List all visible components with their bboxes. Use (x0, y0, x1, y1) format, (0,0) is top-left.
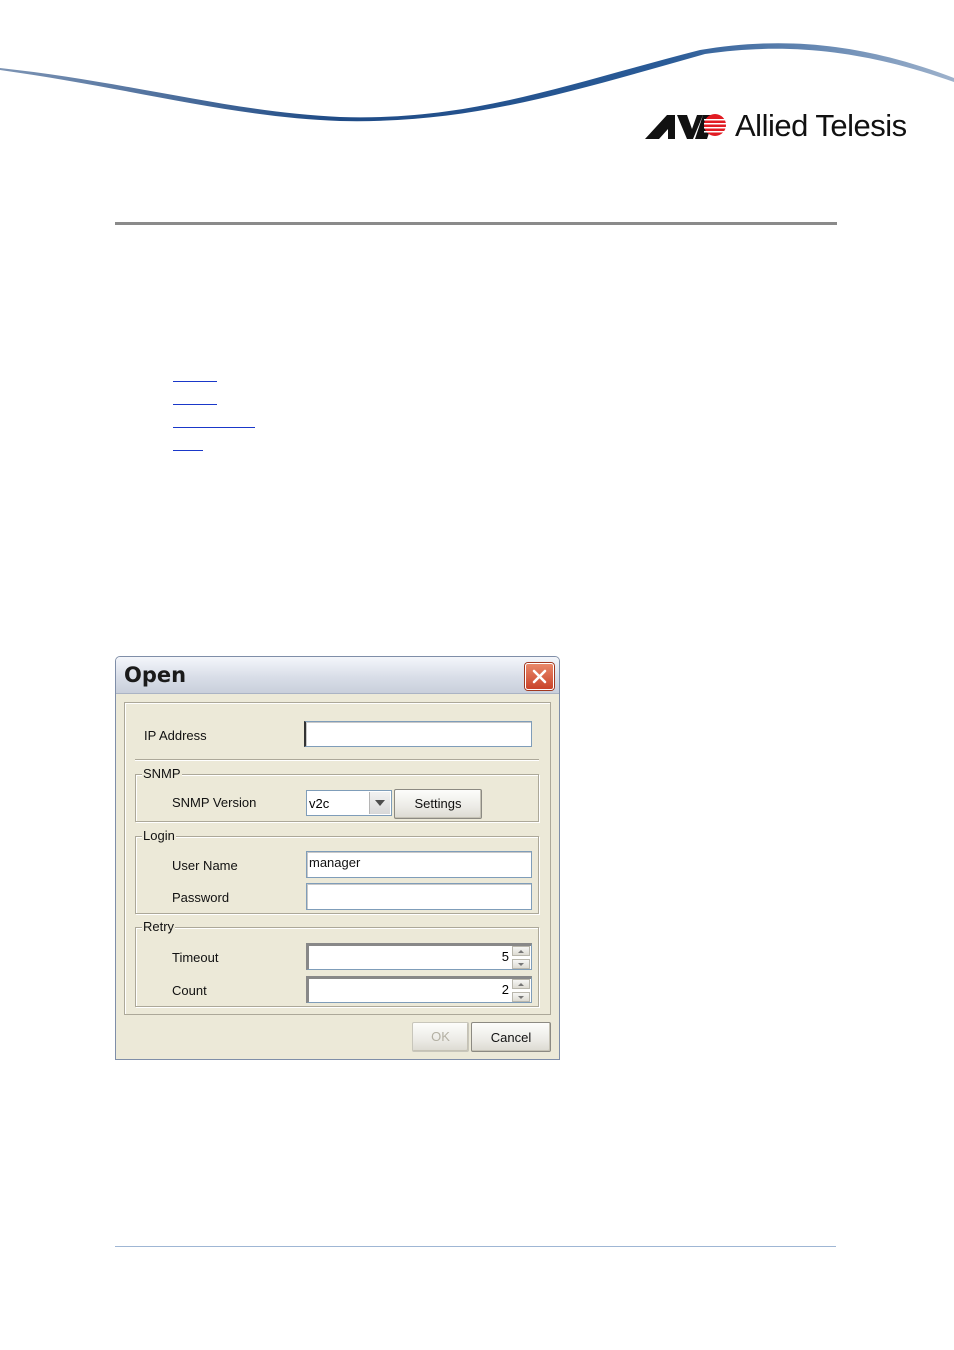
snmp-version-select[interactable]: v2c (306, 790, 392, 816)
snmp-group: SNMP SNMP Version v2c Settings (135, 766, 539, 822)
dialog-titlebar[interactable]: Open (116, 657, 559, 694)
spin-up-icon[interactable] (512, 946, 530, 956)
timeout-label: Timeout (172, 950, 219, 965)
separator (135, 759, 539, 761)
header-rule (115, 222, 837, 225)
login-group-title: Login (142, 828, 176, 843)
chevron-down-icon[interactable] (369, 792, 390, 814)
cancel-button[interactable]: Cancel (471, 1022, 551, 1052)
toc-link[interactable] (173, 404, 217, 405)
count-value: 2 (501, 982, 509, 997)
dialog-panel: IP Address SNMP SNMP Version v2c Setting… (124, 702, 551, 1015)
open-dialog: Open IP Address SNMP SNMP Version v2c Se… (115, 656, 560, 1060)
ok-button[interactable]: OK (412, 1022, 469, 1052)
ip-address-input[interactable] (304, 721, 532, 747)
count-spinner[interactable]: 2 (306, 976, 532, 1003)
toc-link[interactable] (173, 427, 255, 428)
timeout-spinner[interactable]: 5 (306, 943, 532, 970)
ip-address-label: IP Address (144, 728, 207, 743)
spinner-arrows (512, 979, 530, 1002)
login-group: Login User Name manager Password (135, 828, 539, 914)
logo-text: Allied Telesis (735, 108, 907, 143)
snmp-group-title: SNMP (142, 766, 182, 781)
count-label: Count (172, 983, 207, 998)
toc-link[interactable] (173, 450, 203, 451)
spinner-arrows (512, 946, 530, 969)
allied-telesis-logo: Allied Telesis (645, 108, 907, 144)
user-name-input[interactable]: manager (306, 851, 532, 878)
close-icon (532, 669, 547, 684)
toc-link[interactable] (173, 381, 217, 382)
timeout-value: 5 (501, 949, 509, 964)
spin-up-icon[interactable] (512, 979, 530, 989)
footer-rule (115, 1246, 836, 1247)
allied-telesis-logo-mark-icon (645, 114, 726, 139)
spin-down-icon[interactable] (512, 959, 530, 969)
user-name-label: User Name (172, 858, 238, 873)
retry-group-title: Retry (142, 919, 176, 934)
dialog-title: Open (124, 663, 187, 687)
password-input[interactable] (306, 883, 532, 910)
snmp-version-label: SNMP Version (172, 795, 257, 810)
spin-down-icon[interactable] (512, 992, 530, 1002)
password-label: Password (172, 890, 230, 905)
settings-button[interactable]: Settings (394, 789, 482, 819)
retry-group: Retry Timeout 5 Count 2 (135, 919, 539, 1007)
snmp-version-value: v2c (309, 796, 330, 811)
close-button[interactable] (525, 663, 554, 690)
